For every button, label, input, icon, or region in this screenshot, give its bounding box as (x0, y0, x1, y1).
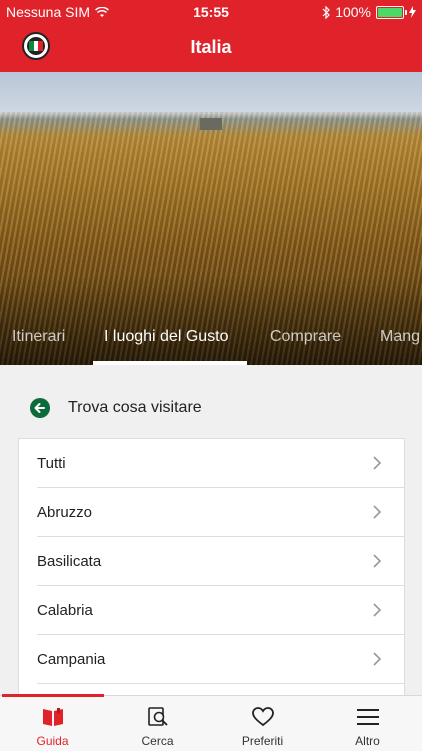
list-item[interactable]: Tutti (19, 439, 404, 488)
bluetooth-icon (322, 5, 331, 19)
chevron-right-icon (373, 456, 382, 470)
tab-comprare[interactable]: Comprare (270, 328, 341, 346)
chevron-right-icon (373, 505, 382, 519)
bottom-tab-bar: Guida Cerca Preferiti Altro (0, 694, 422, 751)
list-item[interactable]: Calabria (19, 586, 404, 635)
nav-bar: Italia (0, 24, 422, 72)
list-item-label: Tutti (37, 455, 66, 472)
castle-silhouette (200, 118, 222, 130)
content-area: Trova cosa visitare Tutti Abruzzo Basili… (0, 365, 422, 695)
tab-label: Cerca (141, 734, 174, 748)
region-list: Tutti Abruzzo Basilicata Calabria Campan… (18, 438, 405, 695)
tab-cerca[interactable]: Cerca (105, 696, 210, 751)
list-item[interactable]: Campania (19, 635, 404, 684)
section-title: Trova cosa visitare (68, 399, 202, 416)
section-header: Trova cosa visitare (30, 398, 202, 418)
battery-fill (378, 7, 402, 17)
list-item-label: Calabria (37, 602, 93, 619)
chevron-right-icon (373, 554, 382, 568)
list-item[interactable]: Abruzzo (19, 488, 404, 537)
chevron-right-icon (373, 603, 382, 617)
back-arrow-icon[interactable] (30, 398, 50, 418)
search-icon (148, 707, 168, 726)
category-tabs: Itinerari I luoghi del Gusto Comprare Ma… (0, 318, 422, 365)
tab-luoghi-del-gusto[interactable]: I luoghi del Gusto (104, 328, 229, 346)
list-item-label: Campania (37, 651, 106, 668)
tab-label: Preferiti (241, 734, 284, 748)
chevron-right-icon (373, 652, 382, 666)
tab-preferiti[interactable]: Preferiti (210, 696, 315, 751)
list-item-label: Abruzzo (37, 504, 93, 521)
list-item-label: Basilicata (37, 553, 102, 570)
menu-icon (357, 709, 379, 725)
tab-altro[interactable]: Altro (315, 696, 420, 751)
list-item[interactable]: Basilicata (19, 537, 404, 586)
book-icon (43, 708, 63, 726)
tab-label: Guida (36, 734, 69, 748)
status-bar: Nessuna SIM 15:55 100% (0, 0, 422, 24)
page-title: Italia (190, 37, 232, 57)
charging-icon (409, 6, 416, 18)
arrow-left-icon (34, 403, 45, 413)
battery-icon (376, 5, 407, 19)
heart-icon (252, 707, 274, 727)
tab-itinerari[interactable]: Itinerari (12, 328, 65, 346)
status-right: 100% (322, 4, 416, 20)
tab-mangiare[interactable]: Mang (380, 328, 420, 346)
tab-guida[interactable]: Guida (0, 696, 105, 751)
battery-percent: 100% (335, 4, 371, 20)
tab-label: Altro (355, 734, 380, 748)
